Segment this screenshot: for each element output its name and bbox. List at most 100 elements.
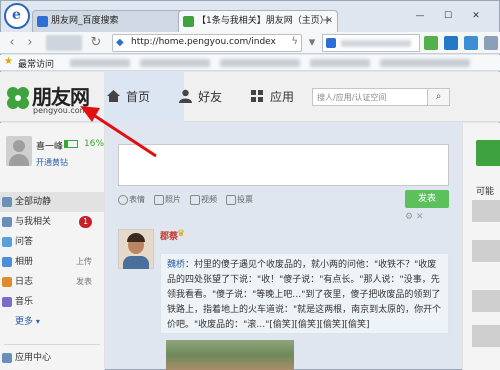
- sidebar-item-qa[interactable]: 问答: [0, 232, 104, 252]
- blurred-favorite: [310, 59, 370, 67]
- sidebar-more[interactable]: 更多 ▾: [0, 312, 104, 332]
- suggested-friend-avatar[interactable]: [472, 200, 500, 222]
- album-icon: [2, 257, 12, 267]
- back-button[interactable]: ‹: [4, 35, 20, 51]
- sidebar-more-label: 更多: [15, 317, 34, 327]
- photo-icon: [154, 195, 164, 205]
- sidebar-item-album[interactable]: 相册 上传: [0, 252, 104, 272]
- status-composer[interactable]: [118, 144, 449, 186]
- nav-friends[interactable]: 好友: [176, 72, 258, 122]
- tab-pengyou-home[interactable]: 【1条与我相关】朋友网（主页） ✕: [178, 10, 338, 33]
- url-text: http://home.pengyou.com/index: [131, 37, 276, 47]
- sidebar-item-all-activity[interactable]: 全部动静: [0, 192, 104, 212]
- sidebar-item-related-to-me[interactable]: 与我相关 1: [0, 212, 104, 232]
- chevron-down-icon: ▾: [35, 317, 40, 326]
- clover-icon: [183, 16, 194, 27]
- site-search-input[interactable]: 搜人/应用/认证空间: [312, 88, 428, 106]
- post-source-author[interactable]: 魏桥: [167, 260, 185, 270]
- sidebar-item-blog[interactable]: 日志 发表: [0, 272, 104, 292]
- maximize-button[interactable]: ☐: [434, 10, 462, 24]
- action-label: 表情: [129, 195, 145, 204]
- video-button[interactable]: 视频: [190, 194, 217, 205]
- activity-icon: [2, 197, 12, 207]
- blurred-search-text: [341, 40, 411, 47]
- upload-link[interactable]: 上传: [76, 252, 92, 272]
- app-center-icon: [2, 353, 12, 363]
- right-green-button[interactable]: [476, 140, 500, 166]
- nav-home-label: 首页: [126, 90, 151, 104]
- sidebar-item-label: 相册: [15, 257, 34, 267]
- profile-percent: 16%: [84, 139, 105, 149]
- site-search-placeholder: 搜人/应用/认证空间: [317, 93, 387, 102]
- blog-icon: [2, 277, 12, 287]
- emoji-button[interactable]: 表情: [118, 194, 145, 205]
- forward-button[interactable]: ›: [22, 35, 38, 51]
- star-icon: ★: [4, 56, 13, 67]
- avatar[interactable]: [6, 136, 32, 166]
- battery-icon: [64, 140, 78, 148]
- sidebar-item-label: 全部动静: [15, 197, 52, 207]
- post-image[interactable]: [166, 340, 294, 370]
- vote-icon: [226, 195, 236, 205]
- sidebar-item-label: 应用中心: [15, 353, 52, 363]
- sidebar-app-center[interactable]: 应用中心: [0, 348, 104, 368]
- music-icon: [2, 297, 12, 307]
- photo-button[interactable]: 照片: [154, 194, 181, 205]
- blue-toolbar-icon[interactable]: [444, 36, 458, 50]
- tab-baidu-search[interactable]: 朋友网_百度搜索 ✕: [32, 10, 197, 33]
- post-author[interactable]: 郡蔡: [160, 229, 178, 242]
- bolt-icon[interactable]: ϟ: [291, 36, 298, 47]
- site-logo-domain: pengyou.com: [33, 106, 88, 115]
- suggested-friend-avatar[interactable]: [472, 290, 500, 312]
- blurred-favorite: [140, 59, 210, 67]
- new-tab-button[interactable]: +: [320, 14, 334, 28]
- action-label: 视频: [201, 195, 217, 204]
- menu-icon[interactable]: [484, 36, 498, 50]
- apps-icon: [251, 90, 263, 102]
- paw-icon: [326, 38, 336, 48]
- refresh-button[interactable]: ↻: [88, 35, 104, 51]
- related-icon: [2, 217, 12, 227]
- sidebar-item-label: 与我相关: [15, 217, 52, 227]
- favorites-most-visited[interactable]: 最常访问: [18, 57, 54, 70]
- suggested-friend-avatar[interactable]: [472, 325, 500, 347]
- dropdown-icon[interactable]: ▾: [304, 35, 320, 51]
- notification-badge: 1: [79, 216, 92, 228]
- favorites-bar: ★ 最常访问: [0, 55, 500, 71]
- post-avatar[interactable]: [118, 229, 154, 269]
- clover-logo-icon[interactable]: [4, 84, 32, 112]
- browser-search-box[interactable]: [322, 34, 420, 52]
- vote-button[interactable]: 投票: [226, 194, 253, 205]
- green-toolbar-icon[interactable]: [424, 36, 438, 50]
- tab-label: 【1条与我相关】朋友网（主页）: [197, 16, 329, 26]
- close-icon[interactable]: ✕: [416, 212, 424, 222]
- home-icon: [107, 90, 120, 102]
- tab-label: 朋友网_百度搜索: [51, 16, 119, 26]
- composer-actions: 表情 照片 视频 投票: [118, 192, 449, 210]
- open-vip-link[interactable]: 开通黄钻: [36, 157, 68, 168]
- post-body: ：村里的傻子遇见个收废品的，就小两的问他："收铁不？"收废品的四处张望了下说："…: [167, 260, 442, 330]
- crown-icon: ♛: [177, 229, 186, 239]
- emoji-icon: [118, 195, 128, 205]
- minimize-button[interactable]: —: [406, 10, 434, 24]
- address-bar[interactable]: ◆ http://home.pengyou.com/index ϟ: [112, 34, 302, 52]
- username[interactable]: 喜一峰: [36, 139, 63, 152]
- settings-icon[interactable]: ⚙: [405, 212, 413, 222]
- suggested-friend-avatar[interactable]: [472, 240, 500, 262]
- site-search-button[interactable]: ⌕: [428, 88, 450, 106]
- post-button[interactable]: 发表: [405, 190, 449, 208]
- ie-icon[interactable]: e: [4, 3, 30, 29]
- sidebar-divider: [4, 344, 100, 345]
- shield-icon: ◆: [116, 37, 124, 48]
- nav-apps-label: 应用: [270, 90, 295, 104]
- nav-home[interactable]: 首页: [104, 72, 184, 122]
- main-nav: 首页 好友 应用: [104, 72, 304, 122]
- close-window-button[interactable]: ✕: [462, 10, 490, 24]
- publish-link[interactable]: 发表: [76, 272, 92, 292]
- sidebar-item-music[interactable]: 音乐: [0, 292, 104, 312]
- right-column-title: 可能: [476, 187, 495, 197]
- sidebar-item-label: 日志: [15, 277, 34, 287]
- download-icon[interactable]: [464, 36, 478, 50]
- post-content: 魏桥：村里的傻子遇见个收废品的，就小两的问他："收铁不？"收废品的四处张望了下说…: [160, 253, 449, 334]
- action-label: 投票: [237, 195, 253, 204]
